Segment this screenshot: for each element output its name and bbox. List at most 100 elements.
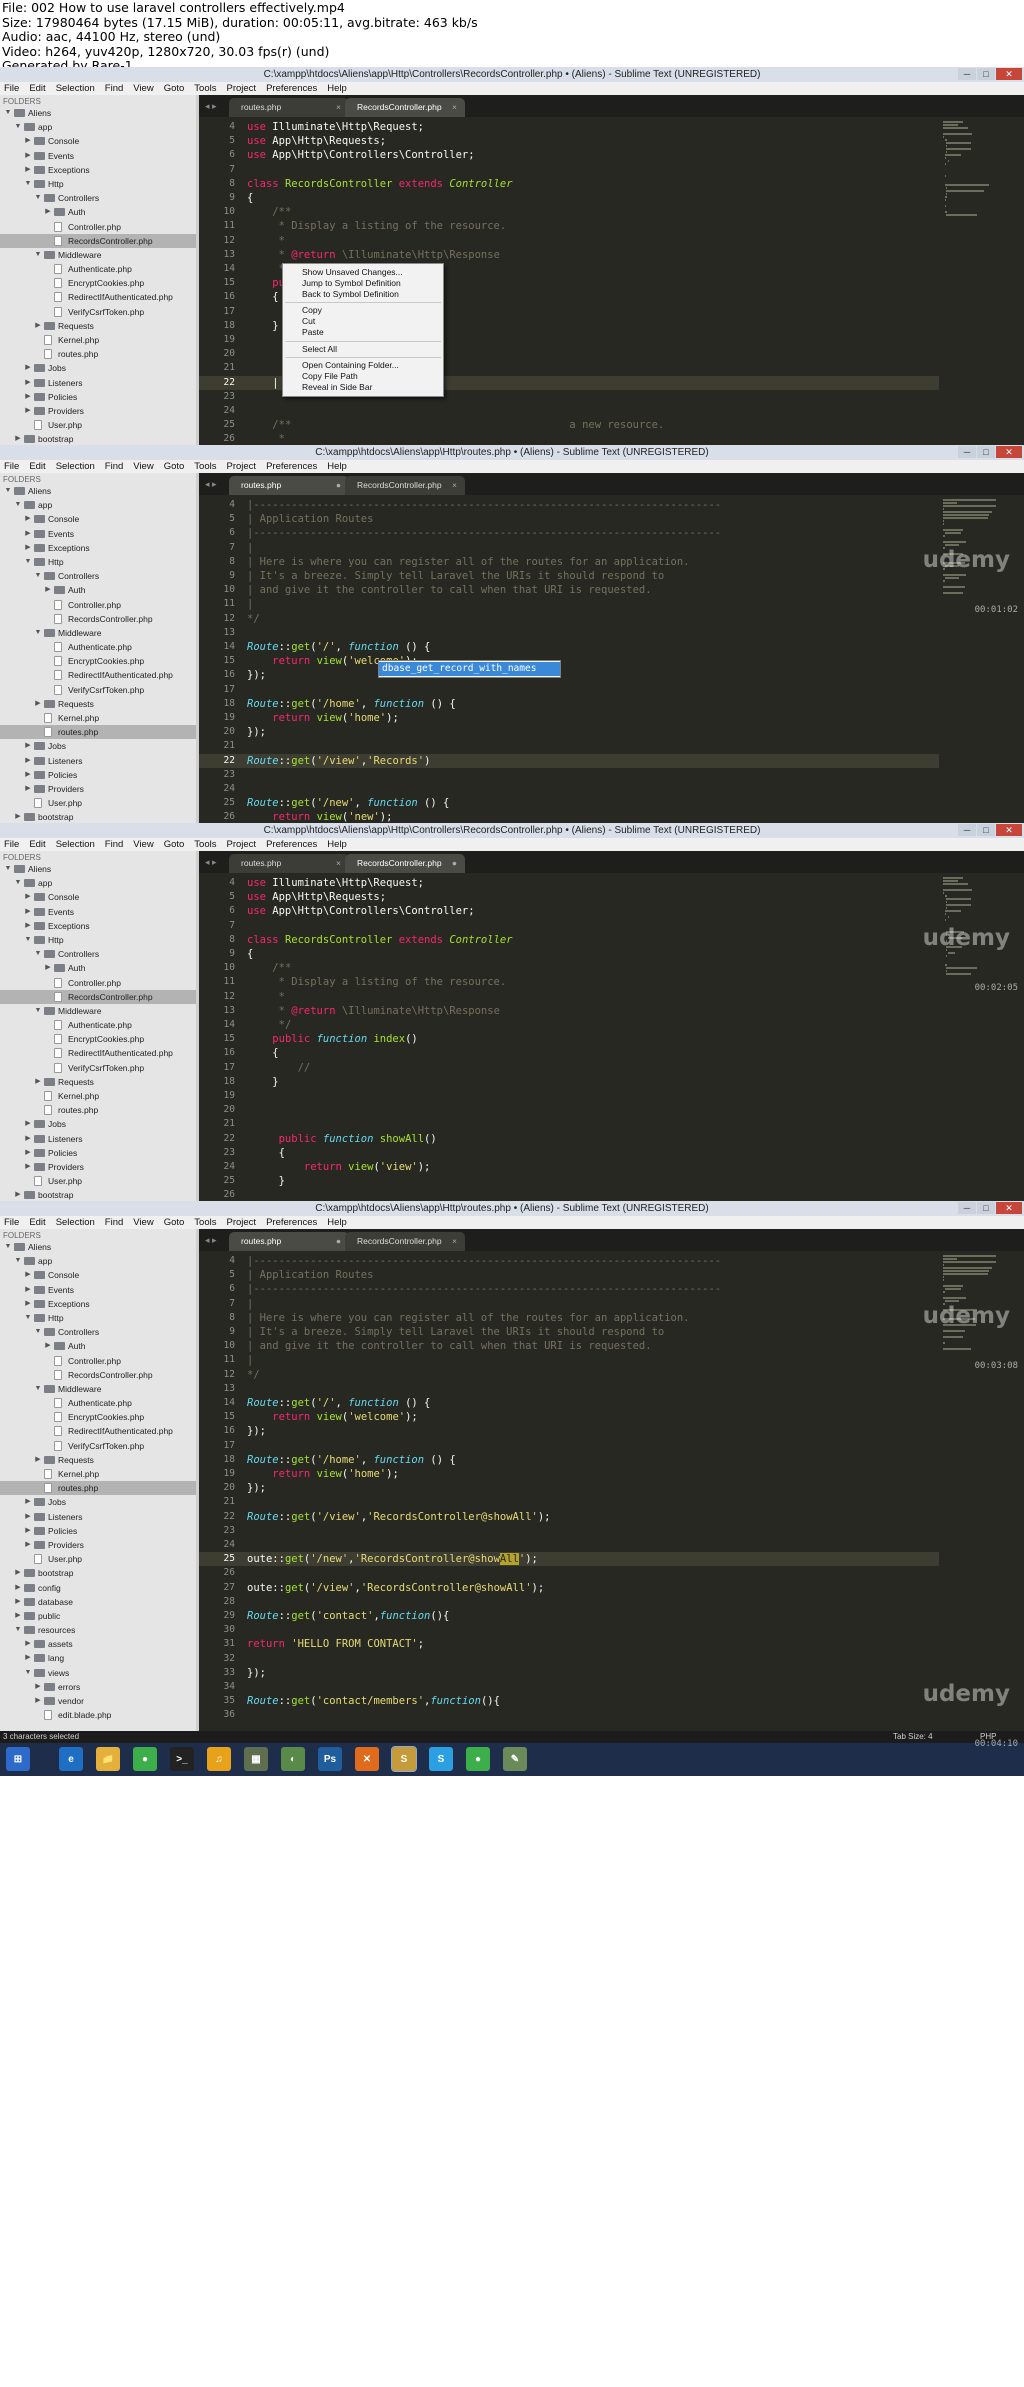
file-item[interactable]: Controller.php xyxy=(0,976,197,990)
chevron-right-icon[interactable]: ▶ xyxy=(24,1297,32,1311)
folder-item[interactable]: ▶ Listeners xyxy=(0,1132,197,1146)
chevron-right-icon[interactable]: ▶ xyxy=(34,1453,42,1467)
menu-item-tools[interactable]: Tools xyxy=(194,83,216,94)
taskbar-app-icon[interactable]: S xyxy=(429,1747,453,1771)
folder-item[interactable]: ▶ Events xyxy=(0,1283,197,1297)
chevron-right-icon[interactable]: ▶ xyxy=(24,1268,32,1282)
context-menu-item[interactable]: Copy xyxy=(283,305,443,316)
folder-item[interactable]: ▼ Aliens xyxy=(0,106,197,120)
tab-recordscontroller[interactable]: RecordsController.php ● xyxy=(345,854,465,873)
chevron-right-icon[interactable]: ▶ xyxy=(34,319,42,333)
unsaved-dot-icon[interactable]: ● xyxy=(452,854,457,873)
chevron-right-icon[interactable]: ▶ xyxy=(24,1510,32,1524)
menu-item-file[interactable]: File xyxy=(4,461,19,472)
folder-item[interactable]: ▶ Policies xyxy=(0,1524,197,1538)
chevron-right-icon[interactable]: ▶ xyxy=(24,1283,32,1297)
folder-item[interactable]: ▼ Middleware xyxy=(0,1382,197,1396)
menu-item-edit[interactable]: Edit xyxy=(29,83,45,94)
menu-item-view[interactable]: View xyxy=(133,1217,153,1228)
taskbar-app-icon[interactable]: ▦ xyxy=(244,1747,268,1771)
folder-item[interactable]: ▼ app xyxy=(0,120,197,134)
folder-item[interactable]: ▶ Policies xyxy=(0,1146,197,1160)
close-button[interactable]: ✕ xyxy=(996,68,1022,80)
menu-item-selection[interactable]: Selection xyxy=(56,461,95,472)
folder-item[interactable]: ▶ Providers xyxy=(0,1538,197,1552)
file-item[interactable]: Authenticate.php xyxy=(0,640,197,654)
menu-item-preferences[interactable]: Preferences xyxy=(266,839,317,850)
minimize-button[interactable]: ─ xyxy=(958,68,976,80)
minimize-button[interactable]: ─ xyxy=(958,446,976,458)
tab-recordscontroller[interactable]: RecordsController.php × xyxy=(345,1232,465,1251)
chevron-right-icon[interactable]: ▶ xyxy=(44,961,52,975)
file-item[interactable]: Kernel.php xyxy=(0,333,197,347)
menu-item-preferences[interactable]: Preferences xyxy=(266,461,317,472)
tab-close-icon[interactable]: × xyxy=(452,98,457,117)
file-item[interactable]: EncryptCookies.php xyxy=(0,1410,197,1424)
folder-item[interactable]: ▶ Jobs xyxy=(0,361,197,375)
folder-item[interactable]: ▼ Controllers xyxy=(0,191,197,205)
file-item[interactable]: RecordsController.php xyxy=(0,612,197,626)
chevron-right-icon[interactable]: ▶ xyxy=(24,512,32,526)
folder-item[interactable]: ▶ Events xyxy=(0,905,197,919)
chevron-right-icon[interactable]: ▶ xyxy=(24,1495,32,1509)
file-item[interactable]: EncryptCookies.php xyxy=(0,1032,197,1046)
chevron-down-icon[interactable]: ▼ xyxy=(34,191,42,205)
chevron-down-icon[interactable]: ▼ xyxy=(34,626,42,640)
chevron-right-icon[interactable]: ▶ xyxy=(44,205,52,219)
folder-item[interactable]: ▶ lang xyxy=(0,1651,197,1665)
folder-item[interactable]: ▶ Events xyxy=(0,149,197,163)
file-item[interactable]: routes.php xyxy=(0,725,197,740)
file-item[interactable]: VerifyCsrfToken.php xyxy=(0,1439,197,1453)
folder-item[interactable]: ▶ database xyxy=(0,1595,197,1609)
folder-item[interactable]: ▼ resources xyxy=(0,1623,197,1637)
taskbar-app-icon[interactable]: ✕ xyxy=(355,1747,379,1771)
folder-item[interactable]: ▼ Middleware xyxy=(0,248,197,262)
menu-item-selection[interactable]: Selection xyxy=(56,83,95,94)
file-item[interactable]: VerifyCsrfToken.php xyxy=(0,1061,197,1075)
menu-item-goto[interactable]: Goto xyxy=(164,461,185,472)
menu-item-help[interactable]: Help xyxy=(327,1217,347,1228)
chevron-right-icon[interactable]: ▶ xyxy=(24,919,32,933)
close-button[interactable]: ✕ xyxy=(996,446,1022,458)
taskbar-app-icon[interactable]: 📁 xyxy=(96,1747,120,1771)
folder-item[interactable]: ▼ Http xyxy=(0,1311,197,1325)
folder-item[interactable]: ▶ Listeners xyxy=(0,1510,197,1524)
maximize-button[interactable]: □ xyxy=(977,68,995,80)
folder-item[interactable]: ▶ vendor xyxy=(0,1694,197,1708)
taskbar-app-icon[interactable]: ✎ xyxy=(503,1747,527,1771)
menu-item-edit[interactable]: Edit xyxy=(29,461,45,472)
folder-item[interactable]: ▼ Aliens xyxy=(0,862,197,876)
chevron-right-icon[interactable]: ▶ xyxy=(24,1651,32,1665)
tab-routes[interactable]: routes.php × xyxy=(229,98,349,117)
file-item[interactable]: routes.php xyxy=(0,1103,197,1117)
chevron-down-icon[interactable]: ▼ xyxy=(24,1666,32,1680)
chevron-down-icon[interactable]: ▼ xyxy=(4,484,12,498)
menu-item-view[interactable]: View xyxy=(133,461,153,472)
context-menu-item[interactable]: Paste xyxy=(283,327,443,338)
minimize-button[interactable]: ─ xyxy=(958,1202,976,1214)
file-item[interactable]: RedirectIfAuthenticated.php xyxy=(0,668,197,682)
context-menu-item[interactable]: Copy File Path xyxy=(283,371,443,382)
folder-item[interactable]: ▼ Controllers xyxy=(0,569,197,583)
chevron-right-icon[interactable]: ▶ xyxy=(24,890,32,904)
code-area[interactable]: |---------------------------------------… xyxy=(247,1251,927,1731)
folder-item[interactable]: ▶ Exceptions xyxy=(0,163,197,177)
folder-item[interactable]: ▶ Requests xyxy=(0,319,197,333)
tab-nav-arrows[interactable]: ◂ ▸ xyxy=(205,95,217,117)
menu-item-project[interactable]: Project xyxy=(226,83,256,94)
menu-item-project[interactable]: Project xyxy=(226,461,256,472)
menu-item-preferences[interactable]: Preferences xyxy=(266,1217,317,1228)
maximize-button[interactable]: □ xyxy=(977,824,995,836)
menu-item-find[interactable]: Find xyxy=(105,839,123,850)
context-menu-item[interactable]: Back to Symbol Definition xyxy=(283,289,443,300)
file-item[interactable]: RecordsController.php xyxy=(0,1368,197,1382)
chevron-right-icon[interactable]: ▶ xyxy=(24,905,32,919)
folder-item[interactable]: ▼ Http xyxy=(0,177,197,191)
folder-item[interactable]: ▶ Jobs xyxy=(0,1117,197,1131)
autocomplete-item[interactable]: dbase_get_record_with_names xyxy=(379,662,560,676)
folder-item[interactable]: ▶ Auth xyxy=(0,1339,197,1353)
tab-nav-arrows[interactable]: ◂ ▸ xyxy=(205,1229,217,1251)
menu-item-file[interactable]: File xyxy=(4,839,19,850)
chevron-right-icon[interactable]: ▶ xyxy=(24,390,32,404)
menu-item-goto[interactable]: Goto xyxy=(164,83,185,94)
